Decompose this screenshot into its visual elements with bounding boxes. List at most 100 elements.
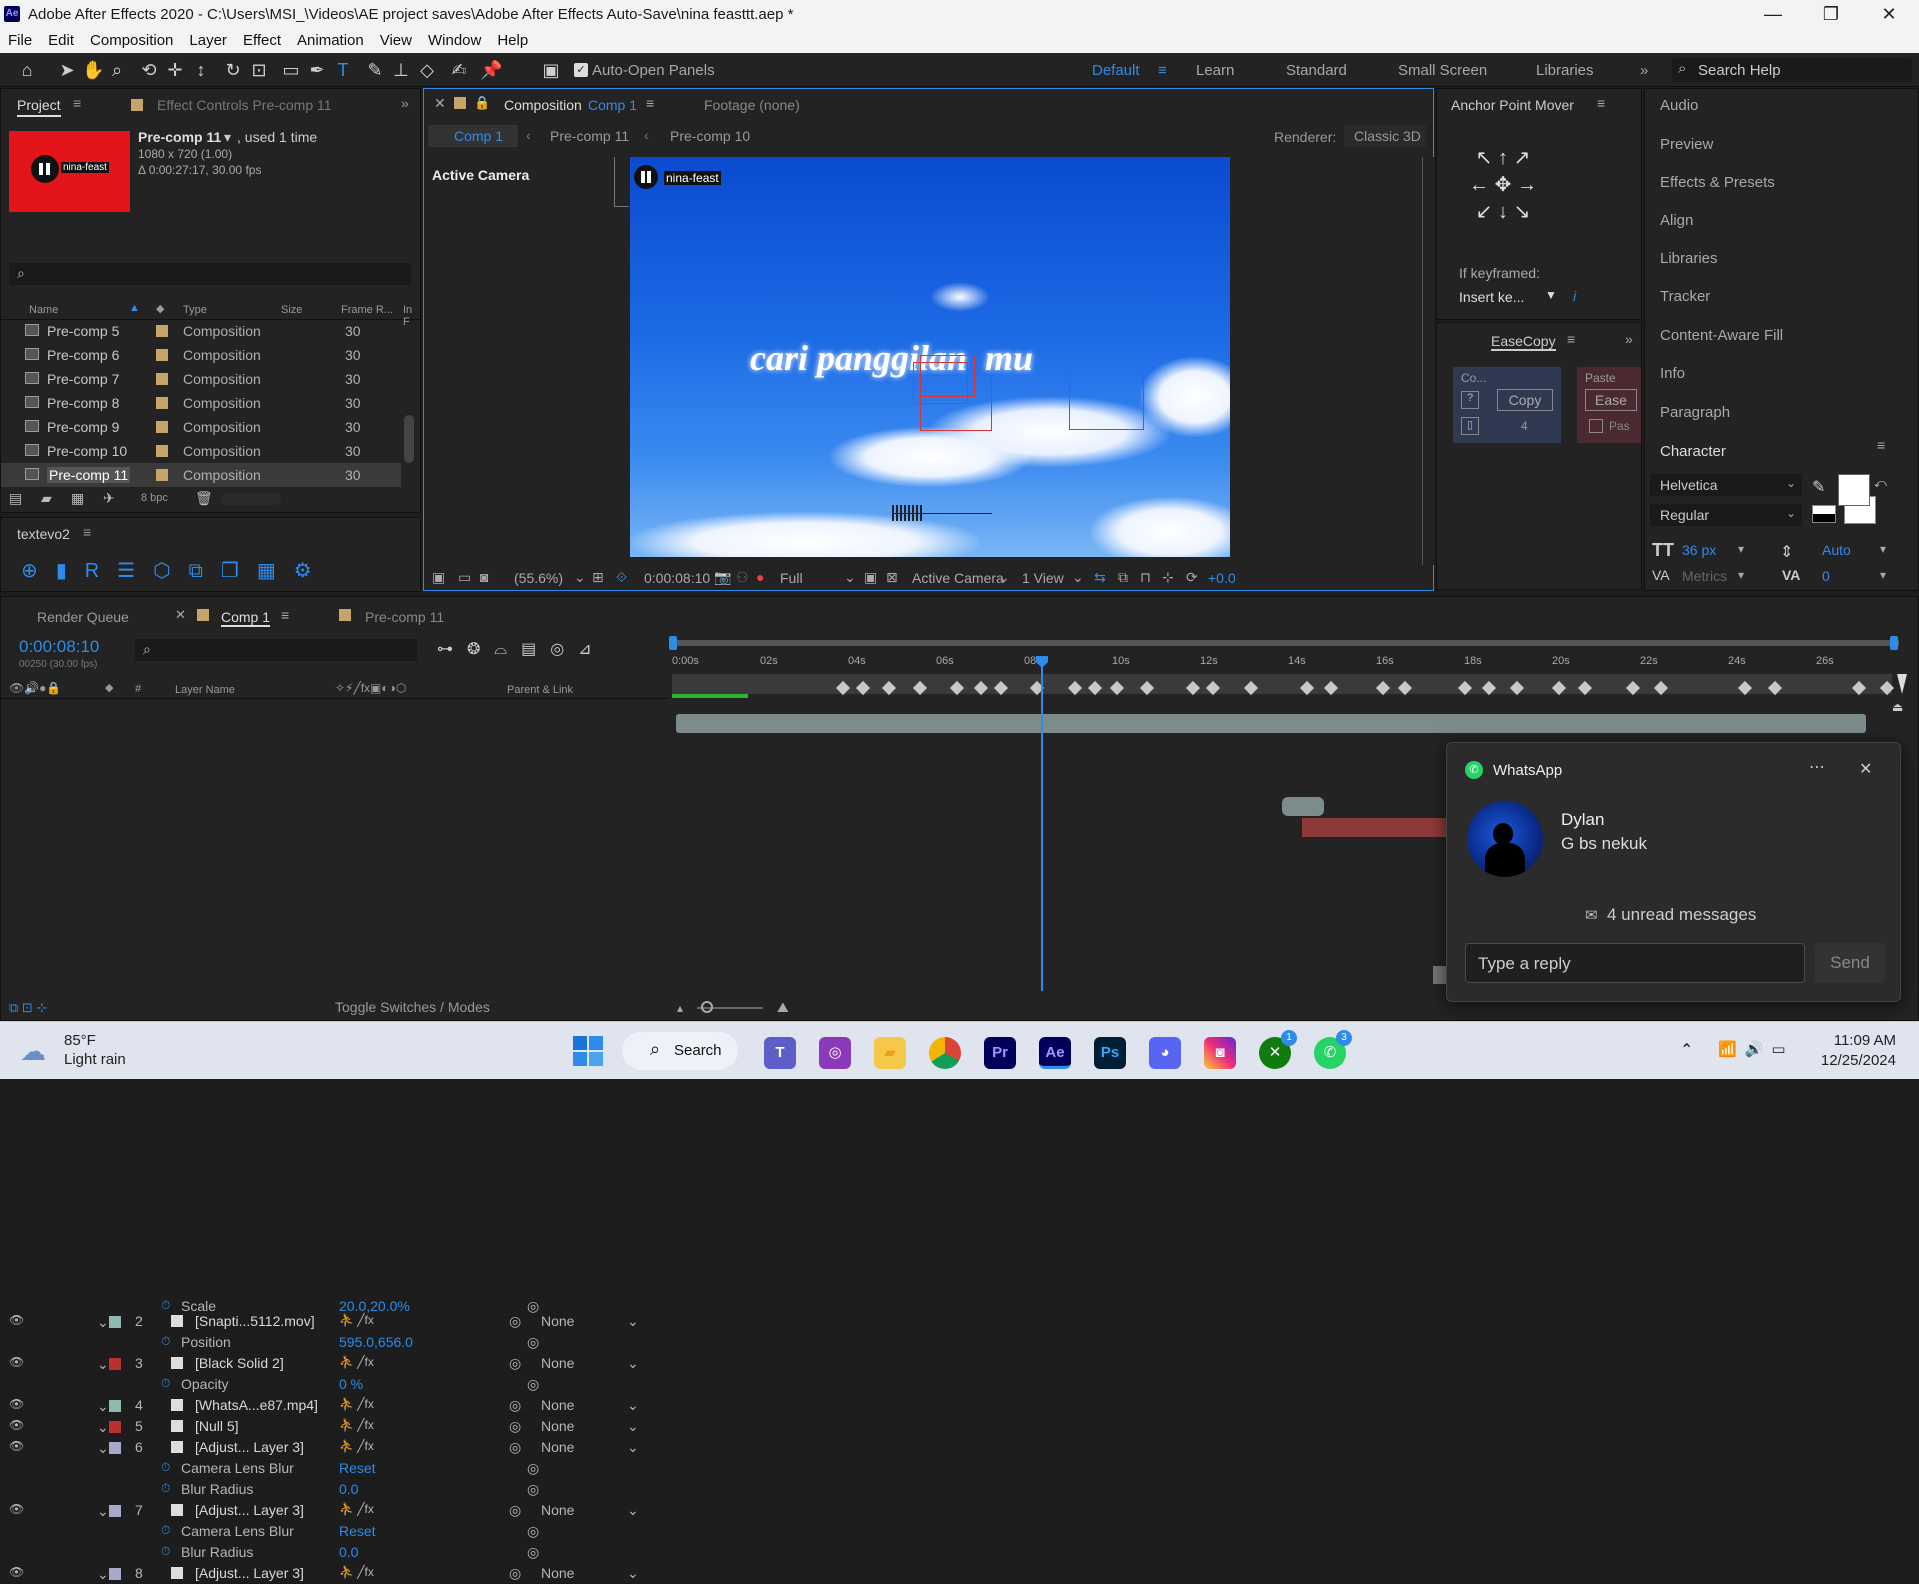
pick-whip-icon[interactable]: ◎ — [509, 1439, 521, 1456]
av-switches-icon[interactable]: 👁🔊●🔒 — [9, 681, 61, 695]
weather-icon[interactable]: ☁ — [20, 1036, 46, 1067]
start-button[interactable] — [573, 1036, 603, 1066]
precomp11-timeline-tab[interactable]: Pre-comp 11 — [365, 609, 444, 625]
sidebar-item-content-aware-fill[interactable]: Content-Aware Fill — [1660, 327, 1783, 344]
home-icon[interactable]: ⌂ — [16, 59, 38, 81]
chevron-down-icon[interactable]: ⌄ — [97, 1566, 109, 1583]
eye-icon[interactable]: 👁 — [9, 1397, 24, 1411]
layer-row[interactable]: 👁 ⌄ 6 [Adjust... Layer 3] ⛹ ╱fx ◎ None ⌄ — [1, 1437, 669, 1458]
dolly-tool-icon[interactable]: ↕ — [190, 59, 212, 81]
chevron-down-icon[interactable]: ⌄ — [627, 1397, 639, 1414]
parent-select[interactable]: None — [541, 1397, 574, 1413]
property-row[interactable]: ⏱ Opacity 0 % ◎ — [1, 1374, 669, 1395]
stopwatch-icon[interactable]: ⏱ — [161, 1376, 170, 1391]
interpret-footage-icon[interactable]: ▤ — [9, 490, 22, 507]
leading-value[interactable]: Auto — [1822, 542, 1851, 558]
property-value[interactable]: 0.0 — [339, 1481, 358, 1497]
motion-blur-icon[interactable]: ◎ — [550, 641, 578, 658]
photoshop-icon[interactable]: Ps — [1094, 1037, 1126, 1069]
column-frame-rate[interactable]: Frame R... — [341, 304, 393, 316]
project-item[interactable]: Pre-comp 8 Composition 30 — [1, 391, 401, 415]
brush-tool-icon[interactable]: ✎ — [364, 59, 386, 81]
chevron-down-icon[interactable]: ⌄ — [1072, 569, 1084, 586]
thumbnail-size-slider[interactable] — [221, 493, 281, 505]
label-color-icon[interactable] — [156, 445, 168, 457]
viewer-area[interactable]: Active Camera nina-feast cari panggilan … — [424, 157, 1434, 565]
sidebar-item-libraries[interactable]: Libraries — [1660, 250, 1718, 267]
textevo-menu-icon[interactable]: ≡ — [83, 524, 91, 540]
chevron-down-icon[interactable]: ▼ — [1545, 288, 1557, 302]
sidebar-item-audio[interactable]: Audio — [1660, 97, 1698, 114]
property-value[interactable]: Reset — [339, 1523, 376, 1539]
premiere-icon[interactable]: Pr — [984, 1037, 1016, 1069]
chrome-icon[interactable] — [929, 1037, 961, 1069]
anchor-bottom-left-icon[interactable]: ↙ — [1476, 201, 1493, 223]
new-folder-icon[interactable]: ▰ — [41, 490, 52, 507]
swap-colors-icon[interactable]: ⤺ — [1874, 476, 1887, 491]
label-color-icon[interactable] — [156, 349, 168, 361]
file-explorer-icon[interactable]: ▰ — [874, 1037, 906, 1069]
stopwatch-icon[interactable]: ⏱ — [161, 1460, 170, 1475]
property-value[interactable]: 595.0,656.0 — [339, 1334, 413, 1350]
always-preview-icon[interactable]: ▣ — [432, 569, 445, 586]
more-options-icon[interactable]: ⋯ — [1809, 757, 1825, 777]
eye-icon[interactable]: 👁 — [9, 1313, 24, 1327]
switches-icon[interactable]: ⛹ ╱fx — [339, 1565, 374, 1579]
crumb-precomp10[interactable]: Pre-comp 10 — [670, 128, 750, 144]
transparency-grid-icon[interactable]: ⊠ — [886, 569, 898, 586]
send-button[interactable]: Send — [1815, 943, 1885, 983]
project-tab[interactable]: Project — [17, 97, 61, 117]
zoom-out-icon[interactable]: ▴ — [677, 1001, 683, 1015]
chevron-down-icon[interactable]: ⌄ — [627, 1565, 639, 1582]
font-family-select[interactable]: Helvetica — [1650, 474, 1802, 496]
label-column-icon[interactable]: ◆ — [156, 302, 164, 315]
rectangle-tool-icon[interactable]: ▭ — [280, 59, 302, 81]
crumb-precomp11[interactable]: Pre-comp 11 — [550, 128, 629, 144]
reset-exposure-icon[interactable]: ⟳ — [1186, 569, 1198, 586]
menu-help[interactable]: Help — [489, 29, 536, 49]
add-icon[interactable]: ⊕ — [21, 560, 56, 582]
label-column-icon[interactable]: ◆ — [105, 681, 113, 694]
property-row[interactable]: ⏱ Blur Radius 0.0 ◎ — [1, 1479, 669, 1500]
camera-select[interactable]: Active Camera — [912, 570, 1004, 586]
usage-dropdown-icon[interactable]: ▾ — [224, 129, 231, 146]
project-item[interactable]: Pre-comp 11 Composition 30 — [1, 463, 401, 487]
channel-icon[interactable]: ● — [756, 569, 764, 585]
expression-pick-whip-icon[interactable]: ◎ — [527, 1376, 539, 1393]
comp-canvas[interactable]: nina-feast cari panggilan mu — [630, 157, 1230, 557]
fill-color-swatch[interactable] — [1838, 474, 1870, 506]
zoom-level[interactable]: (55.6%) — [514, 570, 563, 586]
pick-whip-icon[interactable]: ◎ — [509, 1355, 521, 1372]
orbit-tool-icon[interactable]: ⟲ — [138, 59, 160, 81]
comp-marker-icon[interactable]: ⏏ — [1892, 700, 1910, 716]
label-color-icon[interactable] — [156, 397, 168, 409]
eye-icon[interactable]: 👁 — [9, 1355, 24, 1369]
chevron-down-icon[interactable]: ⌄ — [998, 569, 1010, 586]
trash-icon[interactable]: ▮ — [56, 560, 85, 582]
pan-behind-tool-icon[interactable]: ⊡ — [248, 59, 270, 81]
whatsapp-notification[interactable]: ✆ WhatsApp ⋯ ✕ Dylan G bs nekuk ✉ 4 unre… — [1446, 742, 1901, 1002]
after-effects-icon[interactable]: Ae — [1039, 1037, 1071, 1069]
menu-file[interactable]: File — [0, 29, 40, 49]
layer-name-header[interactable]: Layer Name — [175, 684, 235, 696]
switches-icon[interactable]: ⛹ ╱fx — [339, 1313, 374, 1327]
layer-row[interactable]: 👁 ⌄ 8 [Adjust... Layer 3] ⛹ ╱fx ◎ None ⌄ — [1, 1563, 669, 1584]
chevron-down-icon[interactable]: ▾ — [1738, 568, 1744, 582]
kerning-value[interactable]: Metrics — [1682, 568, 1727, 584]
chevron-down-icon[interactable]: ⌄ — [97, 1503, 109, 1520]
eye-icon[interactable]: 👁 — [9, 1439, 24, 1453]
toggle-switches-modes[interactable]: Toggle Switches / Modes — [335, 999, 490, 1015]
switches-icon[interactable]: ⛹ ╱fx — [339, 1439, 374, 1453]
project-settings-icon[interactable]: ✈ — [103, 490, 115, 507]
chevron-down-icon[interactable]: ⌄ — [627, 1439, 639, 1456]
chevron-down-icon[interactable]: ⌄ — [97, 1419, 109, 1436]
timeline-current-time[interactable]: 0:00:08:10 — [19, 637, 99, 657]
timeline-icon[interactable]: ⊓ — [1140, 569, 1151, 586]
close-tab-icon[interactable]: ✕ — [175, 607, 186, 623]
stopwatch-icon[interactable]: ⏱ — [161, 1523, 170, 1538]
system-tray-icons[interactable]: 📶🔊▭ — [1718, 1040, 1794, 1058]
layer-name[interactable]: [Null 5] — [195, 1418, 239, 1434]
panel-toggle-icon[interactable]: ▣ — [540, 59, 562, 81]
chevron-down-icon[interactable]: ⌄ — [627, 1313, 639, 1330]
label-color-icon[interactable] — [109, 1442, 121, 1454]
